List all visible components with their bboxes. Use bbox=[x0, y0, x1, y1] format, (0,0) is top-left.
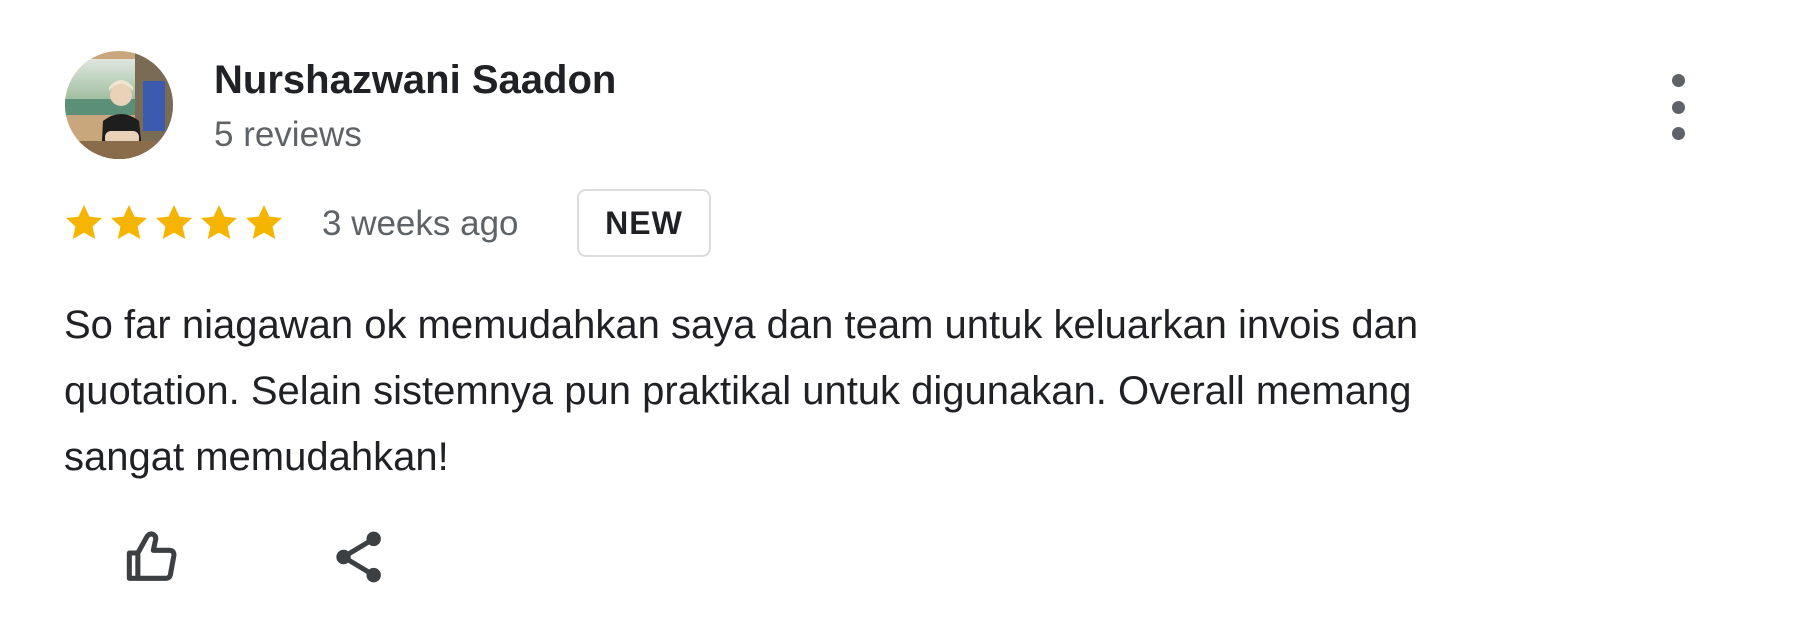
review-timestamp: 3 weeks ago bbox=[322, 204, 519, 243]
star-icon bbox=[107, 201, 151, 245]
review-text-line: So far niagawan ok memudahkan saya dan t… bbox=[64, 303, 1419, 347]
profile-photo-icon bbox=[65, 51, 173, 159]
avatar[interactable] bbox=[65, 51, 173, 159]
more-vertical-icon bbox=[1671, 74, 1685, 87]
star-icon bbox=[197, 201, 241, 245]
thumbs-up-icon bbox=[126, 531, 177, 581]
reviewer-name[interactable]: Nurshazwani Saadon bbox=[214, 56, 616, 104]
more-vertical-icon-dot bbox=[1671, 100, 1685, 114]
star-rating bbox=[62, 200, 286, 246]
star-icon bbox=[152, 201, 196, 245]
like-button[interactable] bbox=[120, 525, 184, 589]
review-text-line: sangat memudahkan! bbox=[64, 435, 449, 479]
share-button[interactable] bbox=[327, 525, 391, 589]
star-icon bbox=[242, 201, 286, 245]
review-count[interactable]: 5 reviews bbox=[214, 114, 362, 156]
share-icon bbox=[336, 531, 381, 583]
new-badge: NEW bbox=[577, 189, 711, 257]
review-text-line: quotation. Selain sistemnya pun praktika… bbox=[64, 369, 1412, 413]
review-card: Nurshazwani Saadon 5 reviews 3 weeks ago… bbox=[0, 0, 1803, 633]
review-text: So far niagawan ok memudahkan saya dan t… bbox=[64, 292, 1744, 490]
more-vertical-icon-dot bbox=[1671, 127, 1685, 140]
star-icon bbox=[62, 201, 106, 245]
more-options-button[interactable] bbox=[1660, 74, 1696, 140]
